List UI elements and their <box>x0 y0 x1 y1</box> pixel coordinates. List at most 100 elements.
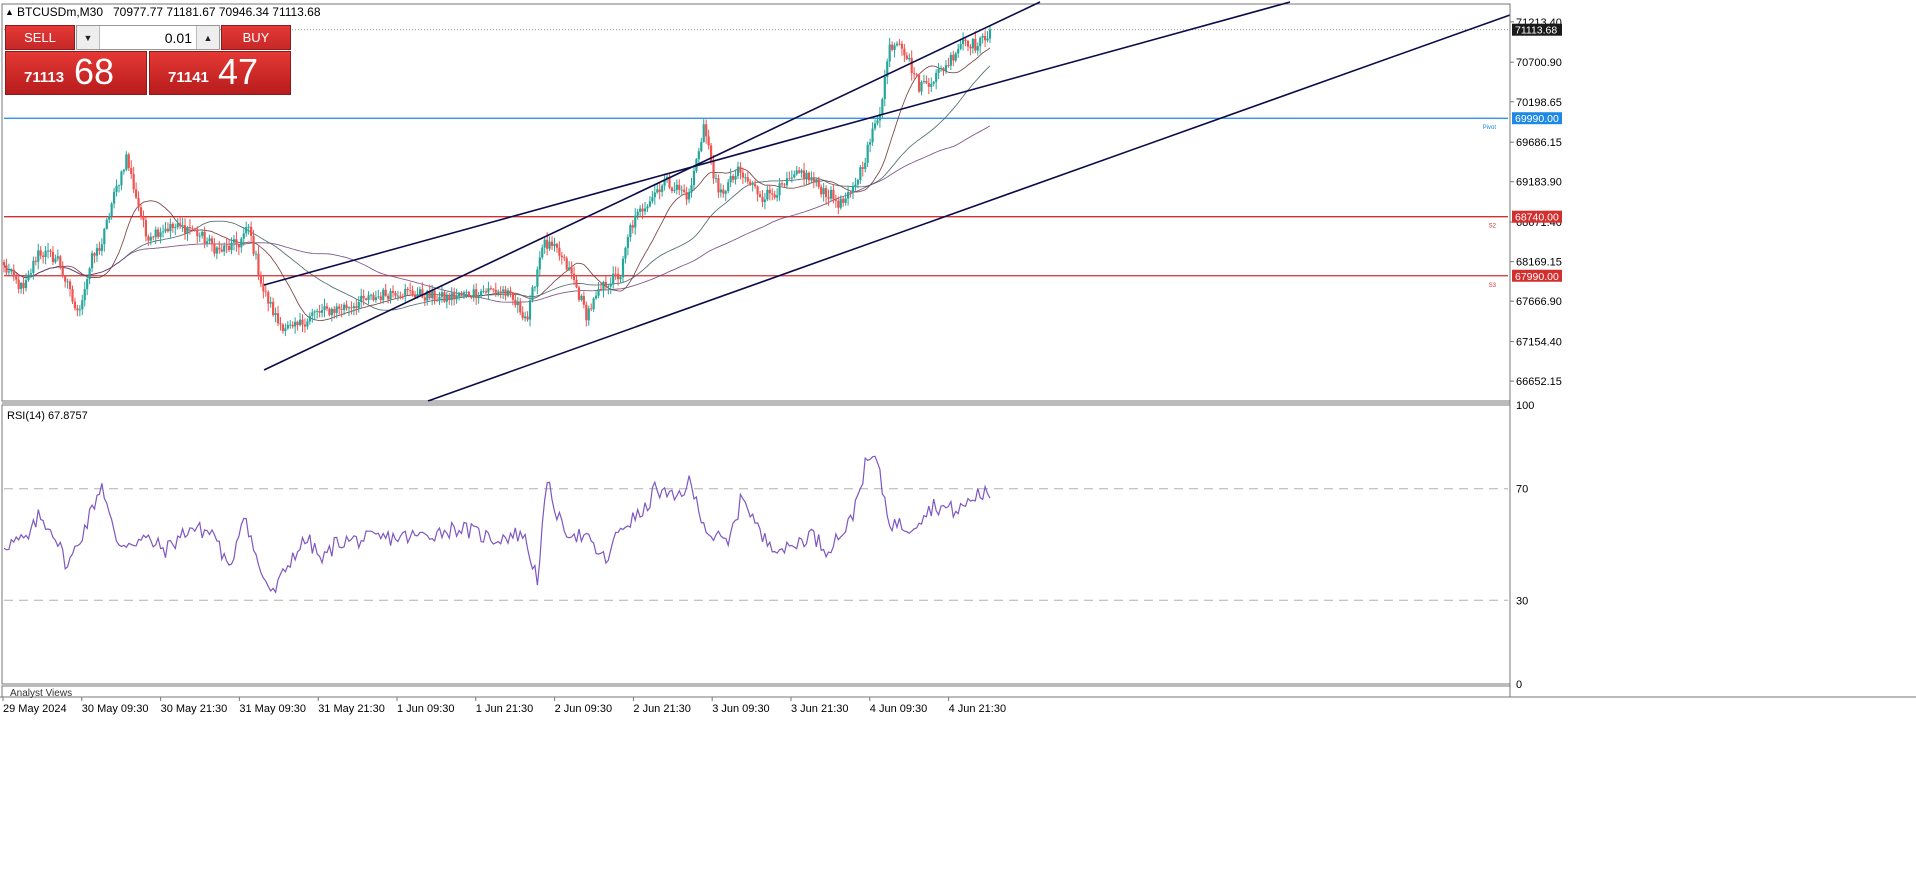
lot-size-input[interactable] <box>100 28 196 47</box>
candle-body <box>528 300 532 320</box>
candle-body <box>675 184 678 190</box>
candle-body <box>807 172 811 181</box>
candle-body <box>489 288 492 290</box>
candle-body <box>651 197 654 202</box>
candle-body <box>372 294 375 301</box>
level-badge-label-2: 67990.00 <box>1515 271 1559 283</box>
price-tick-label: 69686.15 <box>1516 137 1562 149</box>
time-tick-label: 1 Jun 21:30 <box>476 703 534 715</box>
candle-body <box>653 192 656 198</box>
candle-body <box>139 207 143 217</box>
candle-body <box>832 189 835 200</box>
candle-body <box>683 189 686 193</box>
candle-body <box>303 324 307 327</box>
candle-body <box>957 48 960 54</box>
candle-body <box>895 43 899 46</box>
candle-body <box>230 242 233 251</box>
sell-button[interactable]: SELL <box>5 25 75 50</box>
candle-body <box>871 128 874 143</box>
candle-body <box>475 289 478 299</box>
candle-body <box>910 57 913 74</box>
candle-body <box>443 292 446 302</box>
candle-body <box>758 194 762 197</box>
candle-body <box>617 273 620 280</box>
sell-price[interactable]: 71113 68 <box>5 51 147 95</box>
candle-body <box>587 308 590 321</box>
candle-body <box>741 172 744 178</box>
candle-body <box>492 289 495 290</box>
candle-body <box>514 299 517 306</box>
candle-body <box>827 197 830 199</box>
candle-body <box>438 296 441 301</box>
current-price-label: 71113.68 <box>1515 25 1557 37</box>
candle-body <box>614 273 617 275</box>
candle-body <box>369 294 373 296</box>
candle-body <box>32 260 35 274</box>
candle-body <box>259 274 262 284</box>
candle-body <box>788 178 791 180</box>
candle-body <box>802 170 806 180</box>
candle-body <box>548 241 551 249</box>
candle-body <box>272 301 275 316</box>
candle-body <box>355 306 358 309</box>
time-tick-label: 29 May 2024 <box>3 703 67 715</box>
candle-body <box>590 308 593 310</box>
candle-body <box>837 200 840 208</box>
candle-body <box>927 83 930 87</box>
candle-body <box>196 229 199 237</box>
candle-body <box>656 189 659 193</box>
candle-body <box>866 144 869 163</box>
candle-body <box>575 279 578 288</box>
candle-body <box>558 247 561 256</box>
candle-body <box>822 188 825 195</box>
candle-body <box>198 235 201 237</box>
candle <box>917 73 921 93</box>
candle-body <box>639 208 642 212</box>
candle-body <box>780 183 784 185</box>
candle-body <box>509 290 512 294</box>
buy-price[interactable]: 71141 47 <box>149 51 291 95</box>
candle-body <box>570 267 573 274</box>
candle-body <box>746 177 749 182</box>
candle-body <box>37 250 40 262</box>
candle-body <box>898 43 901 45</box>
candle-body <box>284 328 287 332</box>
candle-body <box>511 293 515 300</box>
buy-button[interactable]: BUY <box>221 25 291 50</box>
candle-body <box>166 228 170 232</box>
candle-body <box>572 273 576 280</box>
price-tick-label: 67666.90 <box>1516 296 1562 308</box>
candle-body <box>734 175 737 180</box>
candle-body <box>670 187 674 191</box>
candle-body <box>27 274 30 281</box>
candle-body <box>100 244 103 251</box>
candle-body <box>504 289 507 296</box>
lot-increase-icon[interactable]: ▲ <box>196 26 219 49</box>
candle-body <box>521 312 524 319</box>
candle-body <box>763 199 767 202</box>
candle-body <box>536 269 539 287</box>
candle-body <box>433 290 436 301</box>
price-tick-label: 70198.65 <box>1516 97 1562 109</box>
candle-body <box>687 192 691 200</box>
candle-body <box>68 281 72 290</box>
candle-body <box>254 253 258 255</box>
candle-body <box>357 301 360 309</box>
lot-decrease-icon[interactable]: ▼ <box>77 26 100 49</box>
candle-body <box>227 246 231 251</box>
candle-body <box>702 124 705 142</box>
candle-body <box>785 178 789 186</box>
candle-body <box>73 301 77 309</box>
analyst-views-label[interactable]: Analyst Views <box>10 688 72 699</box>
candle-body <box>29 273 33 275</box>
candle-body <box>949 54 952 66</box>
chart-header-collapse-icon[interactable]: ▲ <box>5 7 14 17</box>
candle-body <box>594 295 598 299</box>
candle-body <box>834 199 837 201</box>
candle-body <box>961 39 965 45</box>
candle-body <box>208 238 211 242</box>
candle-body <box>932 81 935 84</box>
candle-body <box>719 189 722 193</box>
candle-body <box>291 324 294 327</box>
candle-body <box>205 241 209 244</box>
